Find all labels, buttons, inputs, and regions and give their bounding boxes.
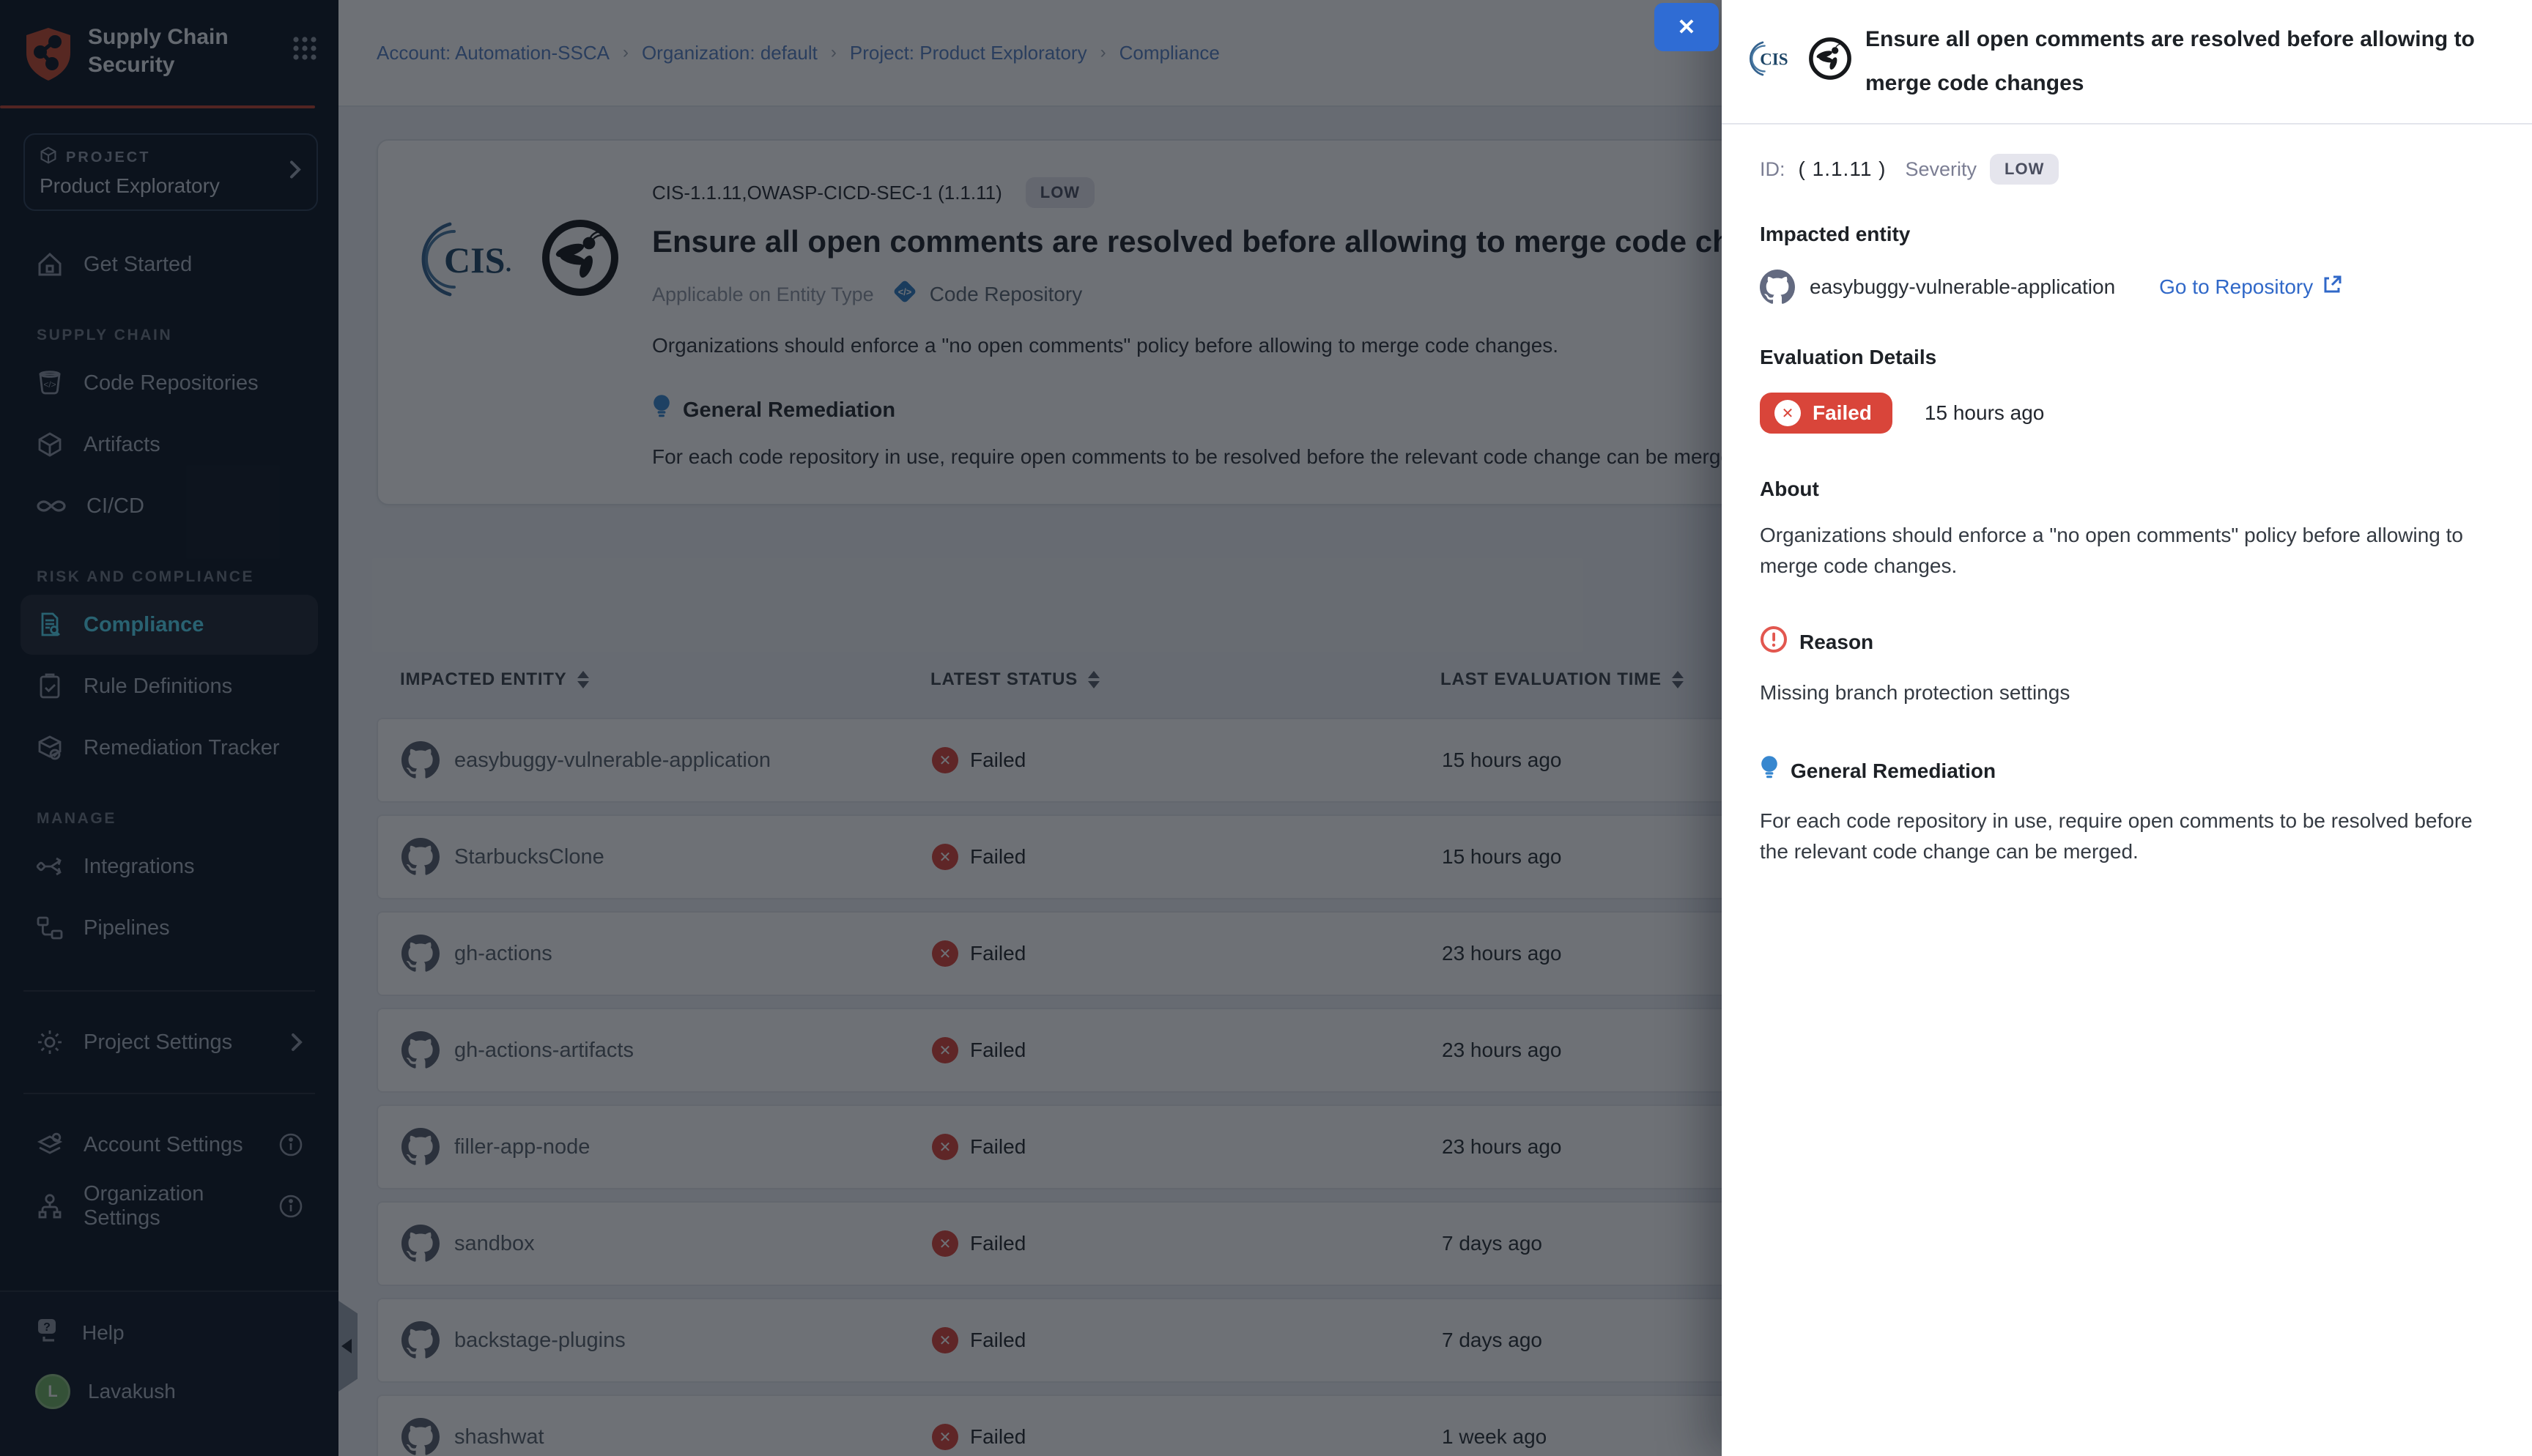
drawer-header: CIS Ensure all open comments are resolve… (1722, 0, 2532, 125)
app-window: Supply Chain Security PROJECT Product Ex… (0, 0, 2532, 1456)
evaluated-time: 15 hours ago (1925, 401, 2044, 425)
general-remediation-heading: General Remediation (1760, 755, 2494, 787)
failed-status-label: Failed (1813, 401, 1872, 425)
drawer-body: ID: ( 1.1.11 ) Severity LOW Impacted ent… (1722, 125, 2532, 867)
reason-heading: Reason (1760, 625, 2494, 658)
severity-badge: LOW (1990, 154, 2059, 185)
cis-logo-icon: CIS (1745, 39, 1795, 84)
reason-text: Missing branch protection settings (1760, 677, 2495, 708)
github-icon (1760, 270, 1795, 305)
about-heading: About (1760, 478, 2494, 501)
impacted-entity-name: easybuggy-vulnerable-application (1810, 275, 2115, 299)
go-to-repository-link[interactable]: Go to Repository (2159, 275, 2342, 300)
bulb-icon (1760, 755, 1779, 787)
rule-detail-drawer: ✕ CIS Ensure all open comments are resol… (1722, 0, 2532, 1456)
drawer-title: Ensure all open comments are resolved be… (1865, 18, 2497, 105)
external-link-icon (2322, 275, 2342, 300)
impacted-entity-row: easybuggy-vulnerable-application Go to R… (1760, 270, 2494, 305)
about-text: Organizations should enforce a "no open … (1760, 520, 2495, 582)
evaluation-status-row: ✕ Failed 15 hours ago (1760, 393, 2494, 434)
alert-circle-icon (1760, 625, 1788, 658)
go-to-repository-label: Go to Repository (2159, 275, 2313, 299)
id-value: ( 1.1.11 ) (1799, 157, 1887, 181)
id-label: ID: (1760, 158, 1785, 181)
severity-label: Severity (1906, 158, 1977, 181)
failed-circle-x-icon: ✕ (1774, 400, 1801, 426)
failed-status-badge: ✕ Failed (1760, 393, 1892, 434)
impacted-entity-heading: Impacted entity (1760, 223, 2494, 246)
general-remediation-label: General Remediation (1791, 759, 1996, 783)
owasp-logo-icon (1808, 37, 1852, 86)
evaluation-details-heading: Evaluation Details (1760, 346, 2494, 369)
svg-text:CIS: CIS (1760, 50, 1788, 68)
general-remediation-text: For each code repository in use, require… (1760, 806, 2495, 867)
close-button[interactable]: ✕ (1654, 3, 1719, 51)
reason-heading-label: Reason (1799, 631, 1873, 654)
